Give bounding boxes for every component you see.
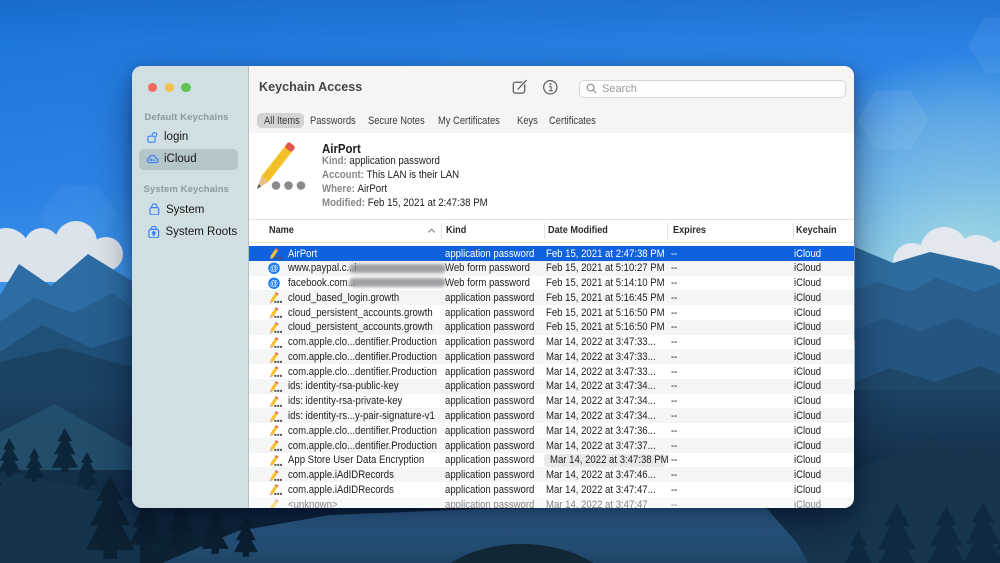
svg-text:@: @ [269, 264, 277, 273]
svg-text:@: @ [269, 279, 277, 288]
